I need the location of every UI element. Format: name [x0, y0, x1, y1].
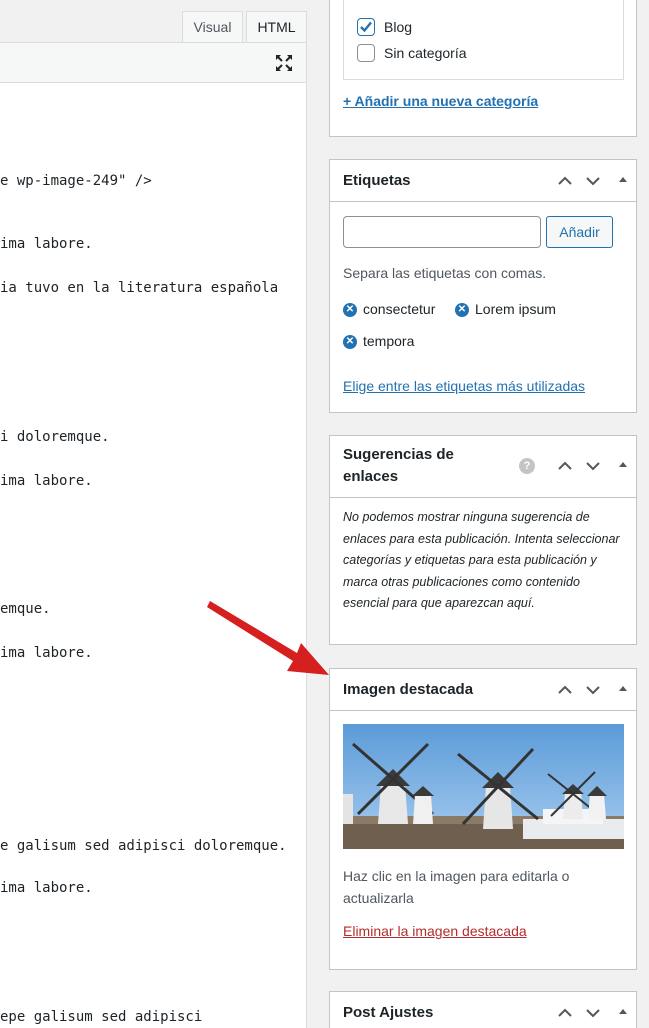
code-line: ima labore.: [0, 473, 93, 489]
code-line: ia tuvo en la literatura española: [0, 280, 279, 296]
category-label: Blog: [384, 19, 413, 35]
text-editor: Visual HTML e wp-image-249" /> ima labor…: [0, 0, 307, 1028]
chevron-down-icon[interactable]: [584, 1004, 602, 1022]
editor-tabs: Visual HTML: [0, 0, 307, 43]
tag-hint: Separa las etiquetas con comas.: [343, 265, 547, 281]
tags-panel: Etiquetas Añadir Separa las etiquetas co…: [329, 159, 637, 413]
panel-title: Sugerencias de enlaces: [343, 446, 454, 485]
tag-label: consectetur: [363, 301, 436, 317]
code-line: e wp-image-249" />: [0, 173, 152, 189]
chevron-up-icon[interactable]: [556, 172, 574, 190]
checkbox-unchecked[interactable]: [357, 44, 375, 62]
tab-html[interactable]: HTML: [246, 11, 307, 43]
featured-image-thumbnail[interactable]: [343, 724, 624, 849]
featured-image-panel: Imagen destacada Haz clic en la imagen p…: [329, 668, 637, 970]
link-suggestions-panel: Sugerencias de enlaces ? No podemos most…: [329, 435, 637, 645]
panel-header: Sugerencias de enlaces ?: [330, 436, 636, 498]
featured-image-caption: Haz clic en la imagen para editarla o ac…: [343, 868, 570, 906]
code-line: i doloremque.: [0, 429, 110, 445]
code-line: epe galisum sed adipisci: [0, 1009, 203, 1025]
tag-input[interactable]: [343, 216, 541, 248]
remove-tag-icon[interactable]: ✕: [343, 335, 357, 349]
fullscreen-icon[interactable]: [274, 53, 294, 73]
remove-featured-image-link[interactable]: Eliminar la imagen destacada: [343, 923, 527, 939]
panel-title: Etiquetas: [343, 172, 411, 189]
collapse-triangle-icon[interactable]: [614, 172, 632, 190]
choose-tags-link[interactable]: Elige entre las etiquetas más utilizadas: [343, 378, 585, 394]
tag-label: Lorem ipsum: [475, 301, 556, 317]
remove-tag-icon[interactable]: ✕: [343, 303, 357, 317]
code-line: emque.: [0, 601, 51, 617]
code-line: e galisum sed adipisci doloremque.: [0, 838, 287, 854]
chevron-up-icon[interactable]: [556, 681, 574, 699]
chevron-down-icon[interactable]: [584, 172, 602, 190]
chevron-up-icon[interactable]: [556, 457, 574, 475]
help-icon[interactable]: ?: [519, 458, 535, 474]
code-line: ima labore.: [0, 880, 93, 896]
chevron-down-icon[interactable]: [584, 457, 602, 475]
category-label: Sin categoría: [384, 45, 467, 61]
categories-panel: Blog Sin categoría + Añadir una nueva ca…: [329, 0, 637, 137]
panel-title: Post Ajustes: [343, 1004, 434, 1021]
remove-tag-icon[interactable]: ✕: [455, 303, 469, 317]
code-line: ima labore.: [0, 236, 93, 252]
code-textarea[interactable]: e wp-image-249" /> ima labore. ia tuvo e…: [0, 83, 307, 1028]
code-line: ima labore.: [0, 645, 93, 661]
editor-toolbar: [0, 42, 307, 83]
checkbox-checked[interactable]: [357, 18, 375, 36]
post-settings-panel: Post Ajustes: [329, 991, 637, 1028]
tab-visual[interactable]: Visual: [182, 11, 243, 43]
category-checklist: Blog Sin categoría: [343, 0, 624, 80]
suggestions-message: No podemos mostrar ninguna sugerencia de…: [343, 510, 620, 611]
chevron-down-icon[interactable]: [584, 681, 602, 699]
tag-label: tempora: [363, 333, 415, 349]
chevron-up-icon[interactable]: [556, 1004, 574, 1022]
panel-header: Imagen destacada: [330, 669, 636, 711]
panel-header: Etiquetas: [330, 160, 636, 202]
collapse-triangle-icon[interactable]: [614, 681, 632, 699]
collapse-triangle-icon[interactable]: [614, 1004, 632, 1022]
panel-title: Imagen destacada: [343, 681, 474, 698]
collapse-triangle-icon[interactable]: [614, 457, 632, 475]
add-category-link[interactable]: + Añadir una nueva categoría: [343, 93, 538, 109]
panel-header: Post Ajustes: [330, 992, 636, 1028]
add-tag-button[interactable]: Añadir: [546, 216, 613, 248]
annotation-arrow-icon: [205, 595, 335, 685]
